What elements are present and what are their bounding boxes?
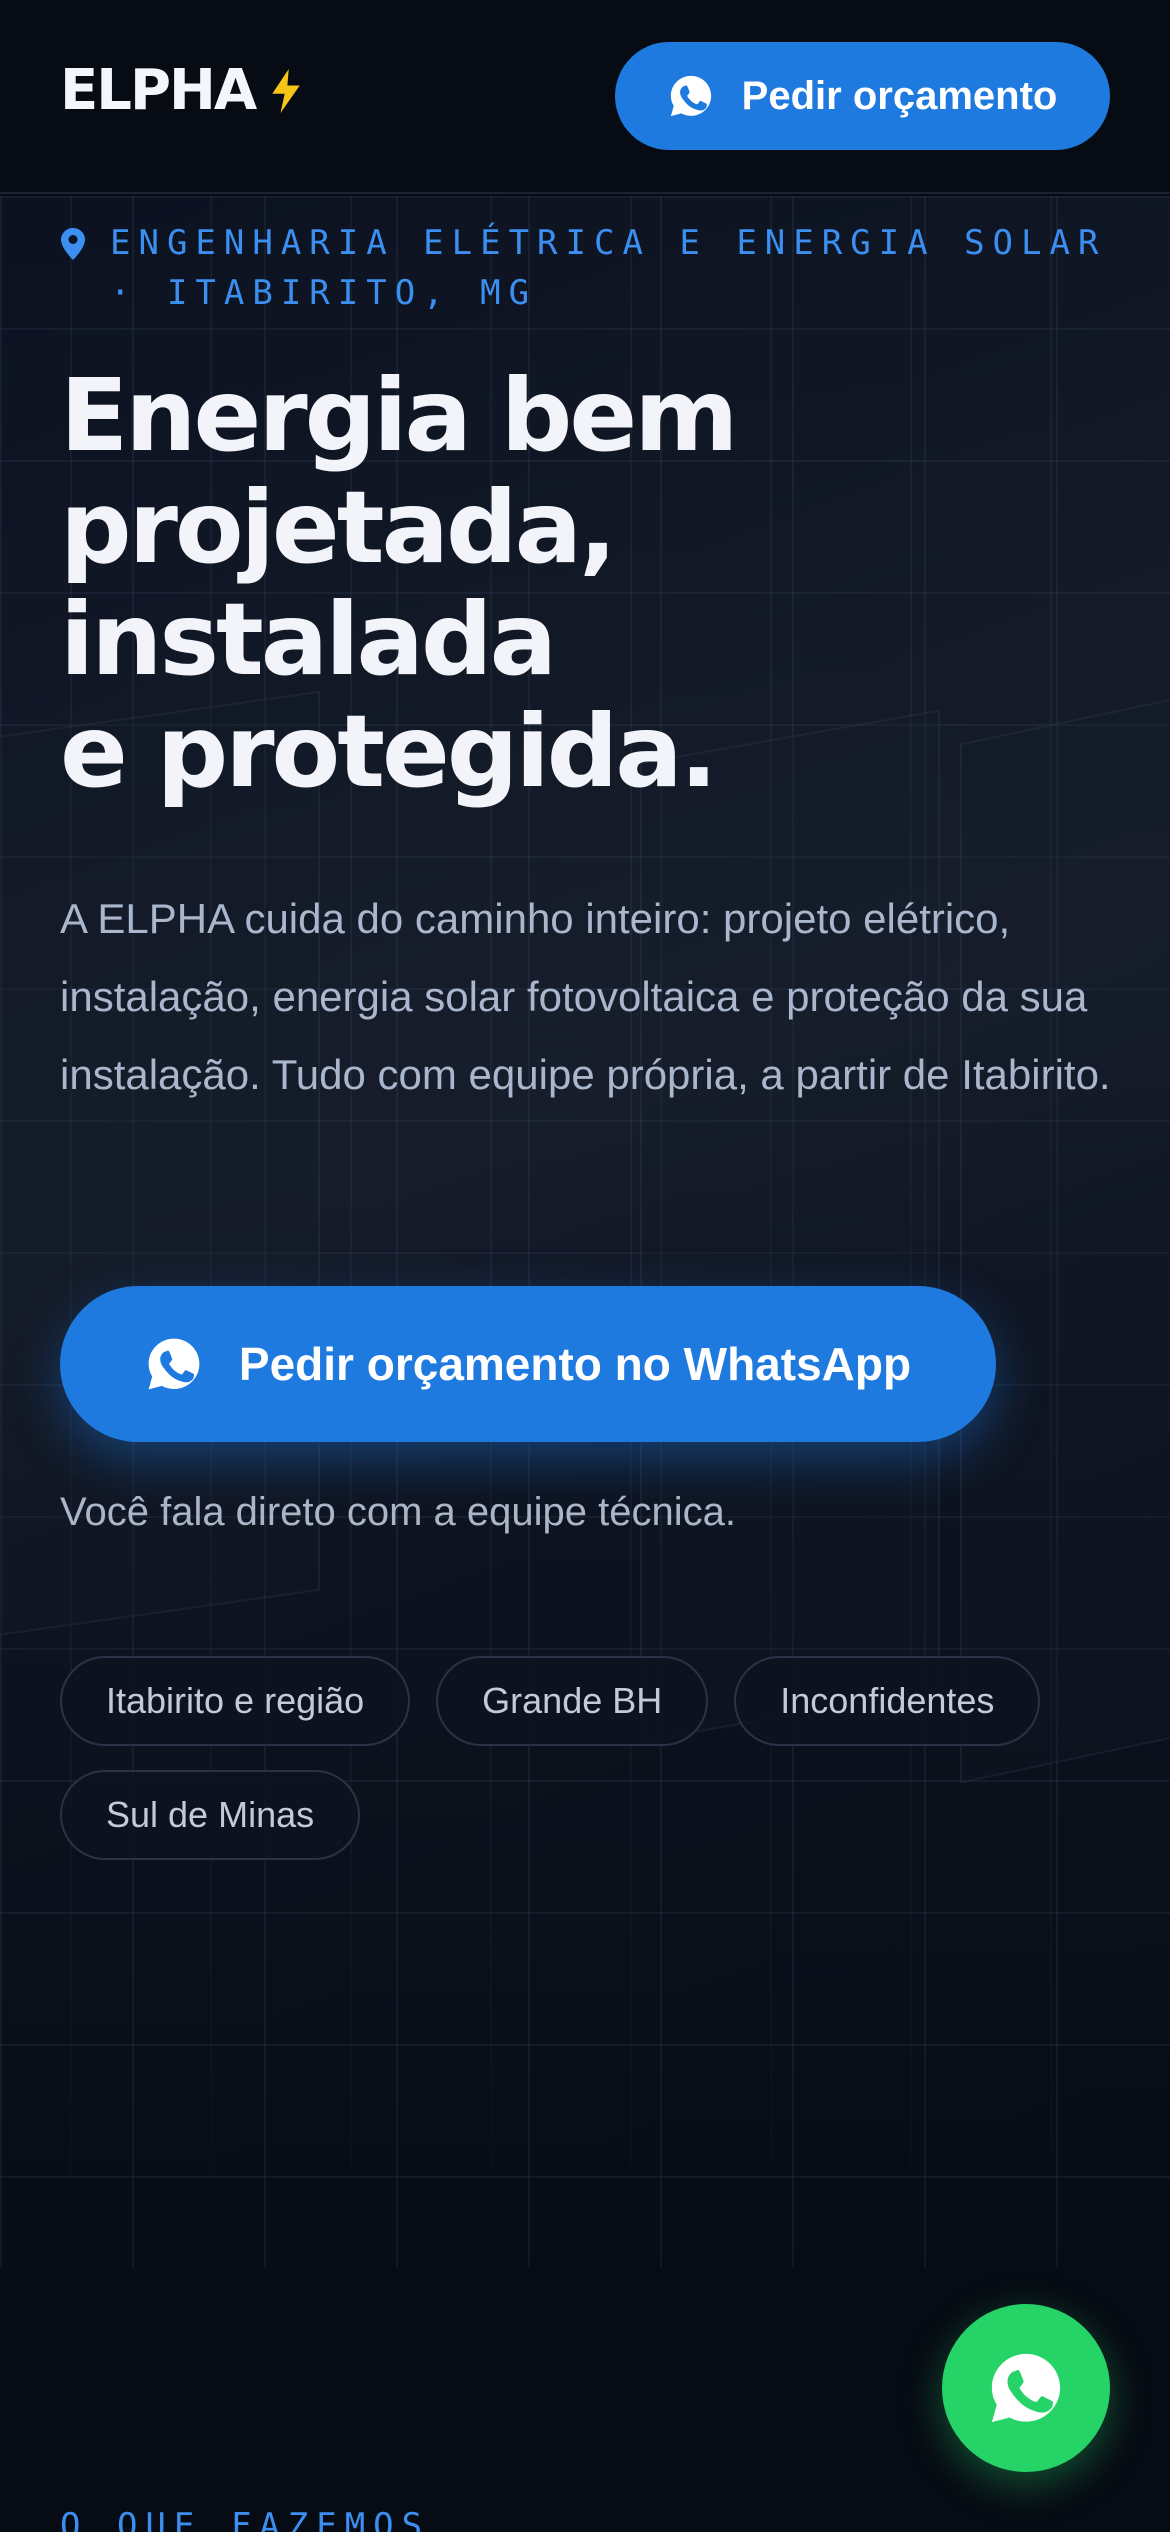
- location-pin-icon: [61, 228, 85, 260]
- whatsapp-quote-label: Pedir orçamento no WhatsApp: [238, 1338, 912, 1390]
- whatsapp-quote-button[interactable]: Pedir orçamento no WhatsApp: [60, 1286, 996, 1442]
- section-label-services: O QUE FAZEMOS: [60, 2506, 431, 2532]
- logo[interactable]: ELPHA: [60, 58, 303, 123]
- region-chip: Grande BH: [436, 1656, 709, 1746]
- region-chip: Inconfidentes: [734, 1656, 1041, 1746]
- floating-whatsapp-button[interactable]: [942, 2304, 1110, 2472]
- hero-eyebrow-text: Engenharia elétrica e energia solar · It…: [110, 223, 1107, 313]
- hero-headline: Energia bem projetada, instalada e prote…: [60, 360, 1060, 808]
- header-quote-button[interactable]: Pedir orçamento: [615, 42, 1110, 150]
- region-chips: Itabirito e região Grande BH Inconfident…: [60, 1656, 1120, 1860]
- whatsapp-icon: [670, 75, 711, 117]
- hero-lead: A ELPHA cuida do caminho inteiro: projet…: [60, 895, 1111, 1098]
- headline-line: projetada,: [60, 469, 617, 586]
- region-chip: Sul de Minas: [60, 1770, 361, 1860]
- hero-eyebrow: Engenharia elétrica e energia solar · It…: [60, 218, 1120, 318]
- region-chip: Itabirito e região: [60, 1656, 411, 1746]
- logo-text: ELPHA: [60, 58, 257, 123]
- whatsapp-icon: [991, 2353, 1061, 2423]
- solar-panel-backdrop: [960, 688, 1170, 1784]
- whatsapp-icon: [148, 1338, 200, 1390]
- cta-note: Você fala direto com a equipe técnica.: [60, 1490, 736, 1534]
- headline-line: Energia bem: [60, 357, 738, 474]
- site-header: ELPHA Pedir orçamento: [0, 0, 1170, 194]
- solar-panel-backdrop: [640, 709, 940, 1743]
- header-quote-label: Pedir orçamento: [741, 73, 1058, 118]
- headline-line: instalada: [60, 581, 557, 698]
- headline-line: e protegida.: [60, 693, 718, 810]
- lightning-bolt-icon: [272, 68, 300, 113]
